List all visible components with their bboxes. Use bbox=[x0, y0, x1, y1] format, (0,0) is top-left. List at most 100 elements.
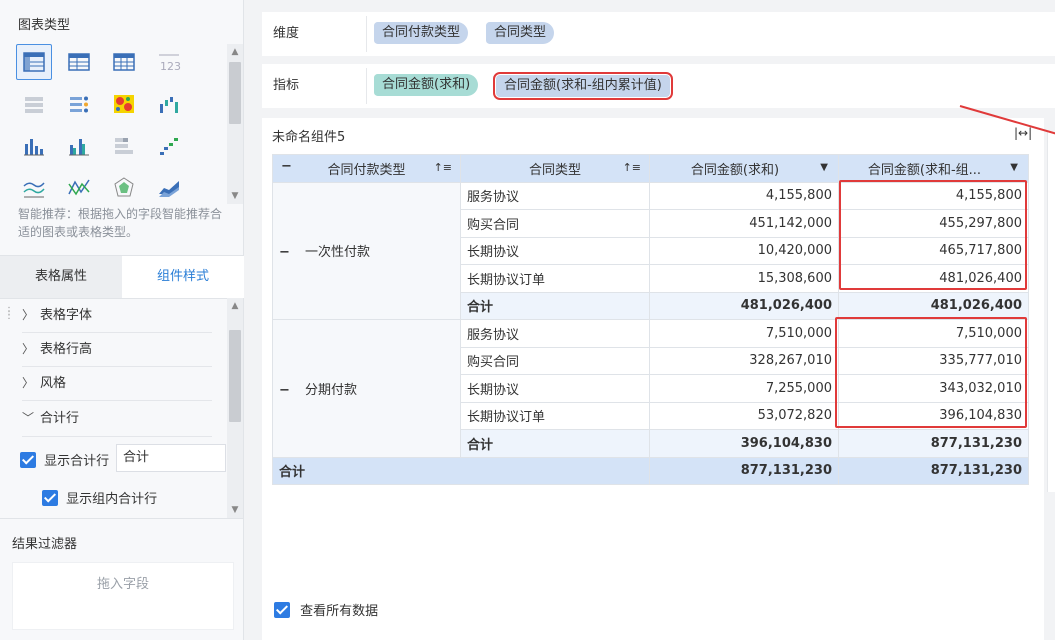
kpi-list-icon[interactable] bbox=[61, 86, 97, 122]
group-label: 一次性付款 bbox=[305, 245, 371, 261]
cell-sum: 451,142,000 bbox=[649, 209, 839, 238]
show-group-total-checkbox[interactable] bbox=[42, 490, 58, 506]
subtotal-label: 合计 bbox=[460, 291, 650, 320]
chevron-right-icon: 〉 bbox=[22, 376, 35, 390]
show-total-row-option[interactable]: 显示合计行 bbox=[20, 450, 109, 469]
area-chart-icon[interactable] bbox=[151, 170, 187, 206]
cell-contract-type: 长期协议订单 bbox=[460, 401, 650, 430]
group-cell-lump-sum[interactable]: − 一次性付款 bbox=[272, 181, 461, 320]
cell-contract-type: 长期协议 bbox=[460, 374, 650, 403]
result-filter-title: 结果过滤器 bbox=[12, 537, 78, 552]
detail-table-icon[interactable] bbox=[106, 44, 142, 80]
svg-text:123: 123 bbox=[160, 60, 181, 73]
number-indicator-icon[interactable]: 123 bbox=[151, 44, 187, 80]
header-contract-type[interactable]: 合同类型 ↑≡ bbox=[460, 154, 650, 183]
scroll-up-icon[interactable]: ▲ bbox=[227, 298, 243, 314]
sort-icon[interactable]: ↑≡ bbox=[623, 161, 641, 174]
measure-label: 指标 bbox=[273, 78, 300, 93]
line-chart-icon[interactable] bbox=[16, 170, 52, 206]
cell-contract-type: 购买合同 bbox=[460, 209, 650, 238]
tab-table-properties[interactable]: 表格属性 bbox=[0, 256, 122, 298]
header-amount-sum[interactable]: 合同金额(求和) ▼ bbox=[649, 154, 839, 183]
grand-total-cumulative: 877,131,230 bbox=[838, 456, 1029, 485]
scroll-thumb[interactable] bbox=[229, 62, 241, 124]
panel-scrollbar[interactable] bbox=[1047, 132, 1055, 492]
chevron-right-icon: 〉 bbox=[22, 308, 35, 322]
cell-sum: 4,155,800 bbox=[649, 181, 839, 210]
collapse-group-icon[interactable]: − bbox=[279, 383, 293, 398]
component-title: 未命名组件5 bbox=[272, 130, 346, 145]
right-panel: 维度 合同付款类型 合同类型 指标 合同金额(求和) 合同金额(求和-组内累计值… bbox=[262, 12, 1055, 640]
scatter-icon[interactable] bbox=[151, 128, 187, 164]
show-total-row-label: 显示合计行 bbox=[44, 454, 110, 469]
measure-row: 指标 合同金额(求和) 合同金额(求和-组内累计值) bbox=[262, 64, 1055, 108]
style-panel-scrollbar[interactable]: ▲ ▼ bbox=[227, 298, 243, 518]
cell-sum: 7,510,000 bbox=[649, 319, 839, 348]
grand-total-label: 合计 bbox=[272, 456, 650, 485]
multi-line-icon[interactable] bbox=[61, 170, 97, 206]
highlight-box-group1 bbox=[839, 180, 1027, 290]
accordion-row-height[interactable]: 〉表格行高 bbox=[22, 332, 212, 366]
highlight-box-group2 bbox=[835, 317, 1027, 428]
accordion-style[interactable]: 〉风格 bbox=[22, 366, 212, 400]
cell-sum: 53,072,820 bbox=[649, 401, 839, 430]
tab-component-style[interactable]: 组件样式 bbox=[122, 256, 244, 298]
view-all-data-checkbox[interactable] bbox=[274, 602, 290, 618]
scroll-down-icon[interactable]: ▼ bbox=[227, 502, 243, 518]
show-total-row-checkbox[interactable] bbox=[20, 452, 36, 468]
accordion-label: 表格字体 bbox=[40, 308, 93, 323]
collapse-group-icon[interactable]: − bbox=[279, 245, 293, 260]
scroll-up-icon[interactable]: ▲ bbox=[227, 44, 243, 60]
drag-handle-icon[interactable]: ⋮ ⋮ bbox=[4, 307, 14, 321]
stacked-bar-icon[interactable] bbox=[106, 128, 142, 164]
cell-sum: 328,267,010 bbox=[649, 346, 839, 375]
grouped-bar-icon[interactable] bbox=[61, 128, 97, 164]
accordion-table-font[interactable]: 〉表格字体 bbox=[22, 298, 212, 332]
waterfall-icon[interactable] bbox=[151, 86, 187, 122]
accordion-total-row[interactable]: ﹀ 合计行 bbox=[22, 401, 212, 435]
property-tabs: 表格属性 组件样式 bbox=[0, 255, 244, 299]
dimension-pill-contract-type[interactable]: 合同类型 bbox=[486, 22, 555, 44]
show-group-total-option[interactable]: 显示组内合计行 bbox=[42, 488, 157, 507]
accordion-label: 风格 bbox=[40, 376, 67, 391]
dimension-row: 维度 合同付款类型 合同类型 bbox=[262, 12, 1055, 56]
accordion-label: 合计行 bbox=[40, 411, 80, 426]
dimension-label: 维度 bbox=[273, 26, 300, 41]
divider bbox=[366, 16, 367, 52]
view-all-data-label: 查看所有数据 bbox=[300, 604, 379, 619]
subtotal-cumulative: 481,026,400 bbox=[838, 291, 1029, 320]
cell-contract-type: 长期协议 bbox=[460, 236, 650, 265]
cell-sum: 15,308,600 bbox=[649, 264, 839, 293]
scroll-down-icon[interactable]: ▼ bbox=[227, 188, 243, 204]
show-group-total-label: 显示组内合计行 bbox=[66, 492, 158, 507]
left-panel: 图表类型 123 ▲ ▼ 智能推荐：根据拖入的字段智能推荐合适的图表或表格类型。… bbox=[0, 0, 244, 640]
divider bbox=[366, 68, 367, 104]
bar-chart-icon[interactable] bbox=[16, 128, 52, 164]
measure-pill-sum[interactable]: 合同金额(求和) bbox=[374, 74, 479, 96]
grand-total-sum: 877,131,230 bbox=[649, 456, 839, 485]
scroll-thumb[interactable] bbox=[229, 330, 241, 422]
list-card-icon[interactable] bbox=[16, 86, 52, 122]
filter-drop-zone[interactable]: 拖入字段 bbox=[12, 562, 234, 630]
group-table-icon[interactable] bbox=[61, 44, 97, 80]
total-label-input[interactable]: 合计 bbox=[116, 444, 226, 472]
cross-table-icon[interactable] bbox=[16, 44, 52, 80]
collapse-all-icon[interactable]: − bbox=[281, 159, 292, 174]
dropdown-triangle-icon[interactable]: ▼ bbox=[820, 162, 828, 173]
group-cell-installment[interactable]: − 分期付款 bbox=[272, 319, 461, 458]
measure-pill-cumulative[interactable]: 合同金额(求和-组内累计值) bbox=[493, 72, 673, 100]
subtotal-cumulative: 877,131,230 bbox=[838, 429, 1029, 458]
chart-type-title: 图表类型 bbox=[18, 18, 71, 33]
sort-icon[interactable]: ↑≡ bbox=[434, 161, 452, 174]
radar-icon[interactable] bbox=[106, 170, 142, 206]
chart-type-scrollbar[interactable]: ▲ ▼ bbox=[227, 44, 243, 204]
dropdown-triangle-icon[interactable]: ▼ bbox=[1010, 162, 1018, 173]
heatmap-icon[interactable] bbox=[106, 86, 142, 122]
view-all-data-option[interactable]: 查看所有数据 bbox=[274, 600, 378, 619]
header-amount-cumulative[interactable]: 合同金额(求和-组... ▼ bbox=[838, 154, 1029, 183]
dimension-pill-payment-type[interactable]: 合同付款类型 bbox=[374, 22, 469, 44]
subtotal-sum: 396,104,830 bbox=[649, 429, 839, 458]
header-payment-type[interactable]: − 合同付款类型 ↑≡ bbox=[272, 154, 461, 183]
divider bbox=[22, 436, 212, 437]
header-label: 合同金额(求和) bbox=[690, 162, 780, 178]
